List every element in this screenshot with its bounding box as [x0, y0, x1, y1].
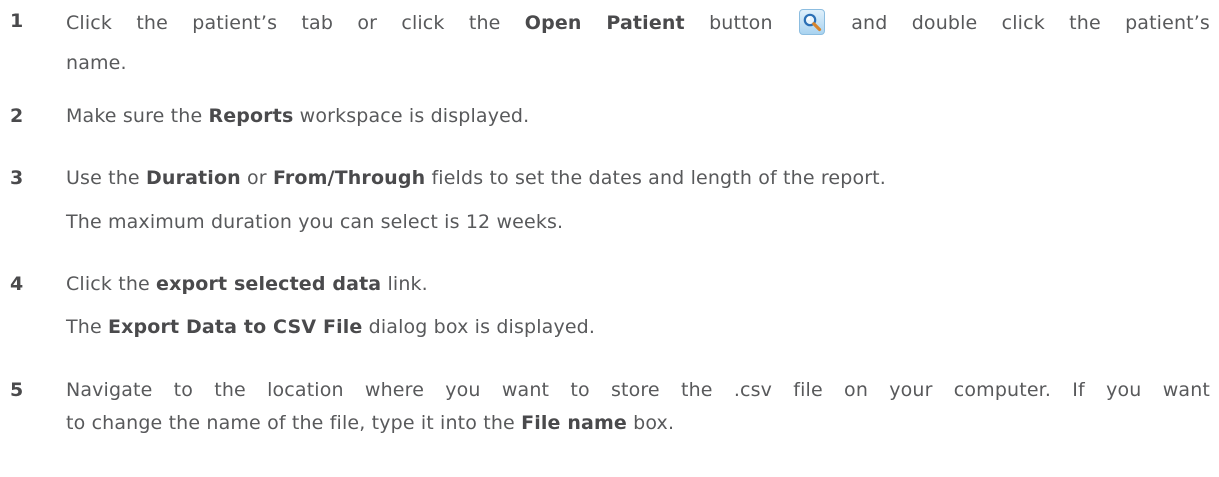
step-text: to change the name of the file, type it …	[66, 412, 522, 434]
open-patient-label: Open Patient	[524, 12, 685, 34]
step-text: button	[684, 12, 797, 34]
step-text: dialog box is displayed.	[362, 316, 596, 338]
step-number: 2	[10, 105, 24, 127]
step-5-line-2: to change the name of the file, type it …	[66, 411, 674, 435]
step-text: or	[240, 167, 273, 189]
step-text: The	[66, 316, 108, 338]
step-5-line-1: Navigate to the location where you want …	[66, 379, 1210, 401]
step-text: box.	[626, 412, 675, 434]
export-dialog-label: Export Data to CSV File	[107, 316, 363, 338]
step-text: Click the	[66, 273, 157, 295]
step-text: fields to set the dates and length of th…	[425, 167, 886, 189]
step-1-line-1: Click the patient’s tab or click the Ope…	[66, 9, 1210, 35]
step-2-line-1: Make sure the Reports workspace is displ…	[66, 104, 529, 128]
step-3-line-1: Use the Duration or From/Through fields …	[66, 166, 886, 190]
step-text: workspace is displayed.	[293, 105, 530, 127]
step-text: link.	[381, 273, 428, 295]
step-4-line-1: Click the export selected data link.	[66, 272, 428, 296]
step-number: 4	[10, 273, 24, 295]
duration-label: Duration	[145, 167, 241, 189]
step-number: 5	[10, 379, 24, 401]
step-number: 3	[10, 167, 24, 189]
step-text: Make sure the	[66, 105, 209, 127]
step-number: 1	[10, 10, 24, 32]
open-patient-magnifier-icon	[798, 9, 825, 35]
from-through-label: From/Through	[272, 167, 426, 189]
reports-label: Reports	[208, 105, 294, 127]
export-selected-data-label: export selected data	[156, 273, 382, 295]
step-text: Use the	[66, 167, 146, 189]
file-name-label: File name	[521, 412, 627, 434]
step-1-line-2: name.	[66, 52, 127, 74]
step-text: Click the patient’s tab or click the	[66, 12, 525, 34]
step-text: and double click the patient’s	[826, 12, 1210, 34]
step-3-note: The maximum duration you can select is 1…	[66, 211, 564, 233]
step-4-note: The Export Data to CSV File dialog box i…	[66, 315, 595, 339]
